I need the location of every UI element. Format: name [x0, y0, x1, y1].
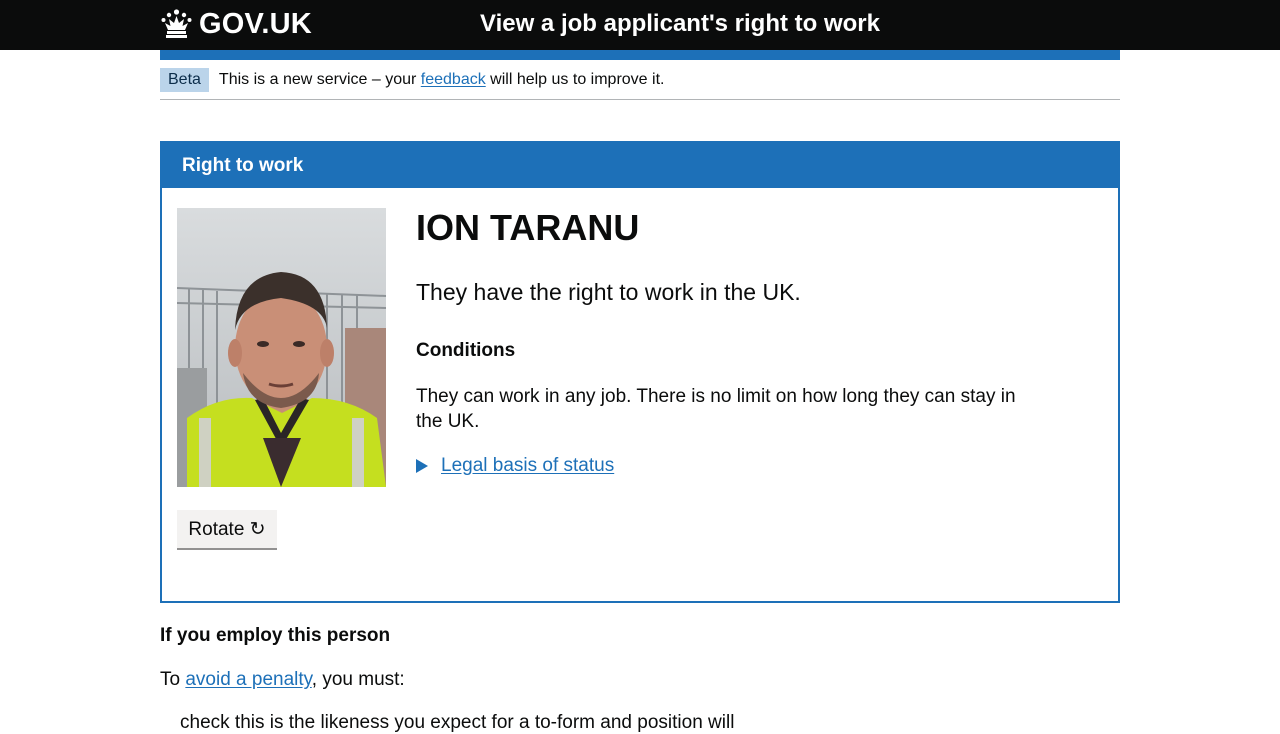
govuk-logo-link[interactable]: GOV.UK [160, 6, 312, 42]
legal-basis-details[interactable]: Legal basis of status [416, 455, 614, 477]
panel-title: Right to work [162, 143, 1118, 188]
applicant-name: ION TARANU [416, 207, 640, 248]
logo-text: GOV.UK [199, 7, 312, 40]
cut-off-list-item: check this is the likeness you expect fo… [180, 712, 735, 733]
phase-banner: Beta This is a new service – your feedba… [160, 60, 1120, 100]
header-accent-bar [160, 50, 1120, 60]
phase-tag: Beta [160, 67, 209, 92]
conditions-heading: Conditions [416, 340, 516, 361]
feedback-link[interactable]: feedback [421, 71, 486, 88]
phase-text-after: will help us to improve it. [485, 70, 665, 88]
avoid-penalty-link[interactable]: avoid a penalty [185, 669, 311, 690]
phase-text-before: This is a new service – your [218, 70, 421, 88]
penalty-text-after: , you must: [311, 669, 405, 690]
crown-icon [160, 9, 193, 39]
legal-basis-link[interactable]: Legal basis of status [441, 455, 614, 477]
expand-triangle-icon[interactable] [416, 459, 428, 473]
right-to-work-panel: Right to work Rotate ↻ ION TARANU They h… [160, 141, 1120, 603]
penalty-text-before: To [160, 669, 186, 690]
applicant-photo [177, 208, 386, 487]
site-header: GOV.UK View a job applicant's right to w… [0, 0, 1280, 50]
phase-banner-text: This is a new service – your feedback wi… [219, 71, 665, 89]
rotate-button[interactable]: Rotate ↻ [177, 510, 277, 550]
right-to-work-status: They have the right to work in the UK. [416, 279, 801, 305]
penalty-paragraph: To avoid a penalty, you must: [160, 669, 405, 691]
employ-heading: If you employ this person [160, 625, 391, 646]
conditions-text: They can work in any job. There is no li… [416, 386, 1016, 432]
service-name-link[interactable]: View a job applicant's right to work [420, 10, 940, 38]
